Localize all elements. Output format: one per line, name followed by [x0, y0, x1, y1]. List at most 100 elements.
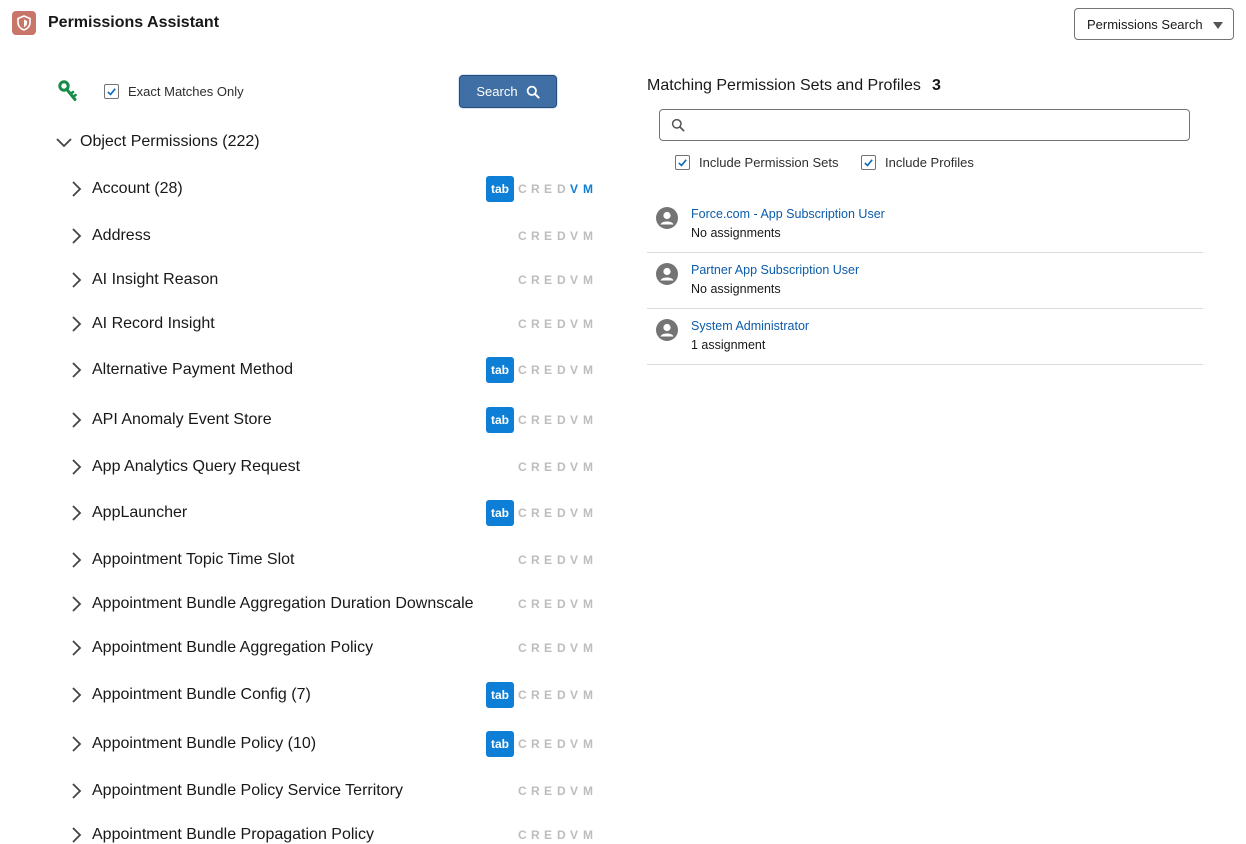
perm-letter-d: D [557, 553, 566, 567]
perm-letter-r: R [531, 363, 540, 377]
tab-badge: tab [486, 500, 514, 526]
chevron-right-icon[interactable] [66, 410, 86, 430]
tree-item-label[interactable]: AI Insight Reason [92, 271, 218, 289]
chevron-right-icon[interactable] [66, 825, 86, 844]
results-search-input[interactable] [694, 114, 1184, 136]
exact-matches-toggle[interactable]: Exact Matches Only [104, 84, 244, 99]
tree-item[interactable]: Address C R E D V M [66, 221, 596, 251]
tree-item[interactable]: Appointment Bundle Propagation Policy C R E… [66, 820, 596, 844]
tree-item[interactable]: Appointment Bundle Config (7) tab C R E D V M [66, 680, 596, 710]
include-profiles-toggle[interactable]: Include Profiles [861, 155, 974, 170]
results-list: Force.com - App Subscription User No ass… [647, 197, 1203, 365]
result-name-link[interactable]: System Administrator [691, 319, 809, 333]
object-permissions-label: Object Permissions (222) [80, 133, 260, 150]
include-permission-sets-checkbox[interactable] [675, 155, 690, 170]
crud-letters: CREDVM [518, 413, 593, 427]
results-search-box[interactable] [659, 109, 1190, 141]
tree-item-label[interactable]: Address [92, 227, 151, 245]
perm-letter-r: R [531, 828, 540, 842]
tree-item[interactable]: AppLauncher tab C R E D V M [66, 498, 596, 528]
perm-letter-r: R [531, 317, 540, 331]
tree-item-label[interactable]: Appointment Bundle Propagation Policy [92, 826, 374, 844]
perm-letter-m: M [583, 784, 593, 798]
chevron-right-icon[interactable] [66, 314, 86, 334]
perm-letter-r: R [531, 460, 540, 474]
tree-item[interactable]: AI Insight Reason C R E D V M [66, 265, 596, 295]
perm-letter-d: D [557, 363, 566, 377]
tree-item-label[interactable]: Account (28) [92, 180, 183, 198]
perm-letter-c: C [518, 828, 527, 842]
perm-letter-v: V [570, 553, 579, 567]
perm-letter-d: D [557, 273, 566, 287]
result-name-link[interactable]: Partner App Subscription User [691, 263, 859, 277]
tree-item[interactable]: Alternative Payment Method tab C R E D V M [66, 355, 596, 385]
chevron-right-icon[interactable] [66, 457, 86, 477]
tree-item-label[interactable]: AppLauncher [92, 504, 187, 522]
perm-letter-m: M [583, 641, 593, 655]
tree-item[interactable]: AI Record Insight C R E D V M [66, 309, 596, 339]
tree-item-label[interactable]: Appointment Bundle Policy Service Territ… [92, 782, 403, 800]
perm-letter-r: R [531, 273, 540, 287]
result-name-link[interactable]: Force.com - App Subscription User [691, 207, 885, 221]
tree-item-label[interactable]: Alternative Payment Method [92, 361, 293, 379]
chevron-right-icon[interactable] [66, 179, 86, 199]
perm-letter-c: C [518, 273, 527, 287]
perm-letter-e: E [544, 688, 553, 702]
chevron-right-icon[interactable] [66, 734, 86, 754]
tree-item[interactable]: Appointment Bundle Aggregation Duration … [66, 589, 596, 619]
result-assignments: 1 assignment [691, 338, 766, 352]
tree-item[interactable]: App Analytics Query Request C R E D V M [66, 452, 596, 482]
tree-item-label[interactable]: Appointment Bundle Aggregation Duration … [92, 595, 474, 613]
object-permissions-node[interactable]: Object Permissions (222) [56, 130, 260, 154]
user-avatar-icon [656, 319, 678, 341]
perm-letter-e: E [544, 737, 553, 751]
permission-indicators: CREDVM [518, 229, 593, 243]
permission-indicators: CREDVM [518, 460, 593, 474]
tree-item-label[interactable]: Appointment Topic Time Slot [92, 551, 294, 569]
exact-matches-checkbox[interactable] [104, 84, 119, 99]
result-item: Force.com - App Subscription User No ass… [647, 197, 1203, 253]
perm-letter-c: C [518, 506, 527, 520]
chevron-right-icon[interactable] [66, 781, 86, 801]
tree-item[interactable]: API Anomaly Event Store tab C R E D V M [66, 405, 596, 435]
perm-letter-m: M [583, 688, 593, 702]
perm-letter-d: D [557, 460, 566, 474]
tree-item[interactable]: Appointment Bundle Policy (10) tab C R E D V M [66, 729, 596, 759]
include-profiles-checkbox[interactable] [861, 155, 876, 170]
permission-indicators: CREDVM [518, 828, 593, 842]
perm-letter-v: V [570, 182, 579, 196]
chevron-right-icon[interactable] [66, 550, 86, 570]
permission-indicators: CREDVM [518, 317, 593, 331]
perm-letter-v: V [570, 229, 579, 243]
permission-indicators: CREDVM [518, 273, 593, 287]
tree-item[interactable]: Appointment Bundle Policy Service Territ… [66, 776, 596, 806]
chevron-right-icon[interactable] [66, 270, 86, 290]
chevron-right-icon[interactable] [66, 360, 86, 380]
perm-letter-e: E [544, 641, 553, 655]
tree-item-label[interactable]: AI Record Insight [92, 315, 215, 333]
chevron-right-icon[interactable] [66, 594, 86, 614]
tree-item-label[interactable]: API Anomaly Event Store [92, 411, 272, 429]
tree-item[interactable]: Appointment Topic Time Slot C R E D V M [66, 545, 596, 575]
chevron-right-icon[interactable] [66, 226, 86, 246]
result-item: System Administrator 1 assignment [647, 309, 1203, 365]
perm-letter-d: D [557, 597, 566, 611]
tree-item-label[interactable]: Appointment Bundle Policy (10) [92, 735, 316, 753]
chevron-right-icon[interactable] [66, 685, 86, 705]
crud-letters: CREDVM [518, 737, 593, 751]
perm-letter-c: C [518, 641, 527, 655]
perm-letter-r: R [531, 688, 540, 702]
caret-down-icon [1213, 22, 1223, 29]
search-button[interactable]: Search [459, 75, 557, 108]
tree-item-label[interactable]: Appointment Bundle Aggregation Policy [92, 639, 373, 657]
mode-select[interactable]: Permissions Search [1074, 8, 1234, 40]
crud-letters: CREDVM [518, 506, 593, 520]
chevron-right-icon[interactable] [66, 503, 86, 523]
tree-item-label[interactable]: Appointment Bundle Config (7) [92, 686, 311, 704]
include-permission-sets-toggle[interactable]: Include Permission Sets [675, 155, 838, 170]
perm-letter-r: R [531, 229, 540, 243]
tree-item[interactable]: Appointment Bundle Aggregation Policy C R E… [66, 633, 596, 663]
chevron-right-icon[interactable] [66, 638, 86, 658]
tree-item[interactable]: Account (28) tab C R E D V M [66, 174, 596, 204]
tree-item-label[interactable]: App Analytics Query Request [92, 458, 300, 476]
